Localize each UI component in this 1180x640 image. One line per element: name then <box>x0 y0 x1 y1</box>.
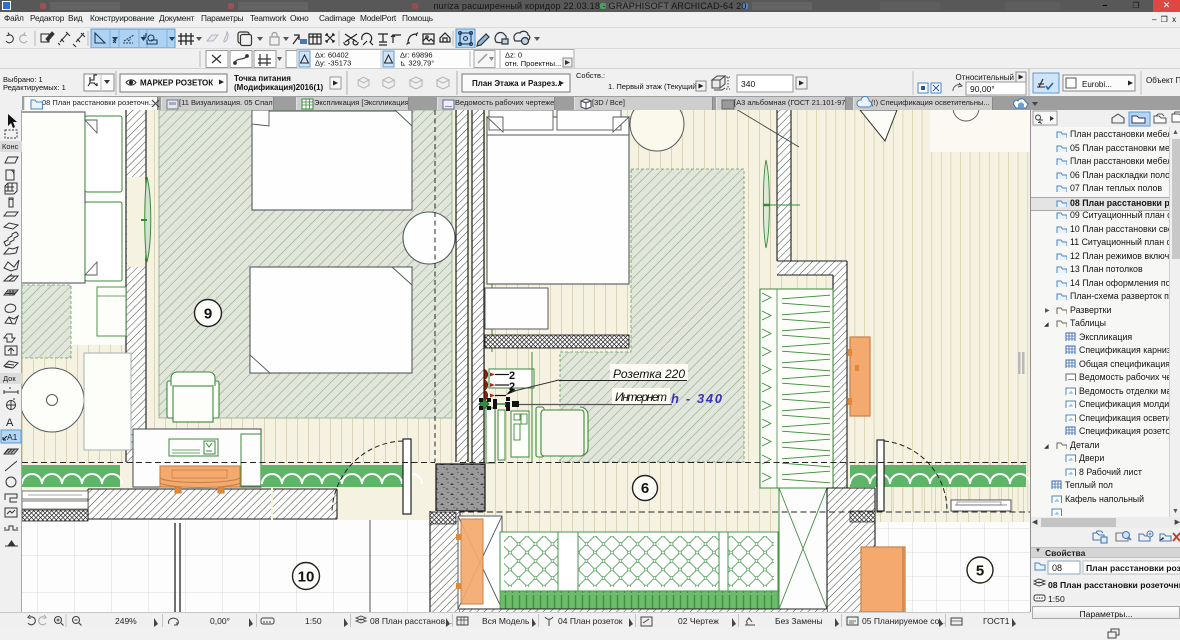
svg-text:08 План расстановки розеточных: 08 План расстановки розеточных групп <box>1048 580 1180 590</box>
svg-text:10: 10 <box>298 569 315 586</box>
svg-text:5: 5 <box>976 563 984 580</box>
svg-text:Объект По: Объект По <box>1146 76 1180 85</box>
svg-text:Розетка 220: Розетка 220 <box>613 367 685 381</box>
svg-text:План Этажа и Разрез...: План Этажа и Разрез... <box>472 79 562 88</box>
svg-text:9: 9 <box>204 306 212 323</box>
svg-text:Док: Док <box>3 374 16 383</box>
svg-text:A1: A1 <box>7 432 18 442</box>
svg-text:1. Первый этаж (Текущий): 1. Первый этаж (Текущий) <box>608 82 699 91</box>
svg-text:08: 08 <box>1052 563 1062 573</box>
svg-text:6: 6 <box>641 480 649 497</box>
svg-text:(Модификация)2016(1): (Модификация)2016(1) <box>234 83 324 92</box>
svg-text:Собств.:: Собств.: <box>576 71 605 80</box>
svg-text:План расстановки розеточных г: План расстановки розеточных г <box>1086 563 1180 573</box>
svg-text:90,00°: 90,00° <box>970 84 995 94</box>
svg-text:Δy: -35173: Δy: -35173 <box>315 59 351 68</box>
svg-text:A: A <box>6 417 14 429</box>
svg-text:⊾ 329,79°: ⊾ 329,79° <box>400 59 434 68</box>
svg-text:1:50: 1:50 <box>1048 594 1065 604</box>
svg-text:Eurobi...: Eurobi... <box>1082 80 1112 89</box>
svg-text:h - 340: h - 340 <box>671 391 723 406</box>
svg-text:отн. Проектны...: отн. Проектны... <box>505 59 561 68</box>
svg-text:МАРКЕР РОЗЕТОК: МАРКЕР РОЗЕТОК <box>140 79 213 88</box>
svg-text:Конс: Конс <box>2 142 19 151</box>
svg-text:340: 340 <box>741 79 755 89</box>
svg-text:Точка питания: Точка питания <box>234 74 291 83</box>
svg-text:Относительный: Относительный <box>956 73 1014 82</box>
svg-text:Интернет: Интернет <box>615 390 667 404</box>
